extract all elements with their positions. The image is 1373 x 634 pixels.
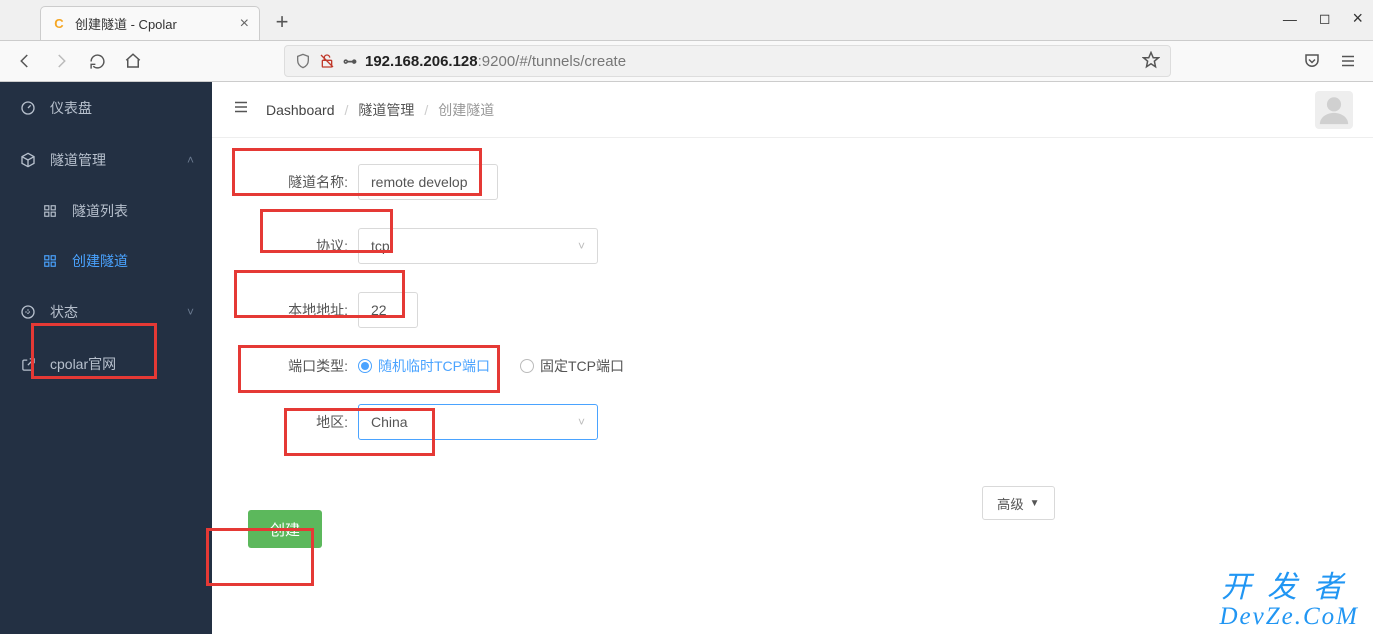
chevron-down-icon: ˅: [578, 415, 585, 429]
tunnel-name-input[interactable]: [358, 164, 498, 200]
sidebar-item-status[interactable]: 状态 ˅: [0, 286, 212, 338]
maximize-icon[interactable]: ◻: [1319, 10, 1331, 27]
breadcrumb-root[interactable]: Dashboard: [266, 102, 335, 118]
browser-chrome: C 创建隧道 - Cpolar × + — ◻ × ⊶ 192.168.206.…: [0, 0, 1373, 82]
row-region: 地区: China ˅: [248, 404, 1337, 440]
top-bar: Dashboard / 隧道管理 / 创建隧道: [212, 82, 1373, 138]
main-content: Dashboard / 隧道管理 / 创建隧道 隧道名称: 协议: tcp ˅: [212, 82, 1373, 634]
forward-button[interactable]: [46, 46, 76, 76]
radio-label: 固定TCP端口: [540, 356, 624, 376]
local-addr-input[interactable]: [358, 292, 418, 328]
sidebar-item-official-site[interactable]: cpolar官网: [0, 338, 212, 390]
breadcrumb-sep: /: [424, 102, 428, 118]
tab-title: 创建隧道 - Cpolar: [75, 14, 177, 33]
sidebar-item-label: 创建隧道: [72, 251, 128, 271]
create-button[interactable]: 创建: [248, 510, 322, 548]
sidebar-toggle-icon[interactable]: [232, 98, 250, 121]
sidebar-item-label: cpolar官网: [50, 354, 116, 374]
url-text: 192.168.206.128:9200/#/tunnels/create: [365, 53, 626, 70]
sidebar-item-label: 状态: [50, 302, 78, 322]
sidebar-item-label: 隧道列表: [72, 201, 128, 221]
radio-dot-icon: [358, 359, 372, 373]
sidebar: 仪表盘 隧道管理 ˄ 隧道列表 创建隧道 状态 ˅: [0, 82, 212, 634]
tab-favicon: C: [51, 16, 67, 32]
watermark: 开发者 DevZe.CoM: [1220, 572, 1360, 630]
menu-icon[interactable]: [1333, 46, 1363, 76]
key-icon: ⊶: [343, 53, 357, 70]
sidebar-item-label: 隧道管理: [50, 150, 106, 170]
protocol-value: tcp: [371, 238, 390, 254]
breadcrumb-sep: /: [345, 102, 349, 118]
local-addr-label: 本地地址:: [248, 300, 358, 320]
row-protocol: 协议: tcp ˅: [248, 228, 1337, 264]
port-type-radio-group: 随机临时TCP端口 固定TCP端口: [358, 356, 624, 376]
close-window-icon[interactable]: ×: [1352, 8, 1363, 29]
region-select[interactable]: China ˅: [358, 404, 598, 440]
app-container: 仪表盘 隧道管理 ˄ 隧道列表 创建隧道 状态 ˅: [0, 82, 1373, 634]
browser-tab[interactable]: C 创建隧道 - Cpolar ×: [40, 6, 260, 40]
sidebar-item-label: 仪表盘: [50, 98, 92, 118]
form-area: 隧道名称: 协议: tcp ˅ 本地地址: 端口类型: 随机临时T: [212, 138, 1373, 574]
minimize-icon[interactable]: —: [1283, 11, 1297, 27]
reload-button[interactable]: [82, 46, 112, 76]
back-button[interactable]: [10, 46, 40, 76]
advanced-button[interactable]: 高级 ▼: [982, 486, 1055, 520]
window-controls: — ◻ ×: [1283, 8, 1363, 29]
external-link-icon: [20, 356, 36, 372]
protocol-label: 协议:: [248, 236, 358, 256]
breadcrumb-leaf: 创建隧道: [438, 100, 494, 120]
close-icon[interactable]: ×: [240, 15, 249, 33]
watermark-line1: 开发者: [1220, 572, 1360, 604]
gauge-icon: [20, 100, 36, 116]
new-tab-button[interactable]: +: [266, 6, 298, 38]
row-tunnel-name: 隧道名称:: [248, 164, 1337, 200]
sidebar-item-tunnel-list[interactable]: 隧道列表: [0, 186, 212, 236]
home-button[interactable]: [118, 46, 148, 76]
sidebar-item-dashboard[interactable]: 仪表盘: [0, 82, 212, 134]
row-port-type: 端口类型: 随机临时TCP端口 固定TCP端口: [248, 356, 1337, 376]
avatar[interactable]: [1315, 91, 1353, 129]
status-icon: [20, 304, 36, 320]
radio-dot-icon: [520, 359, 534, 373]
shield-icon: [295, 53, 311, 69]
region-value: China: [371, 414, 408, 430]
watermark-line2: DevZe.CoM: [1220, 604, 1360, 630]
chevron-down-icon: ˅: [187, 305, 194, 319]
url-bar[interactable]: ⊶ 192.168.206.128:9200/#/tunnels/create: [284, 45, 1171, 77]
nav-bar: ⊶ 192.168.206.128:9200/#/tunnels/create: [0, 40, 1373, 82]
lock-strike-icon: [319, 53, 335, 69]
row-local-addr: 本地地址:: [248, 292, 1337, 328]
grid-icon: [42, 203, 58, 219]
caret-down-icon: ▼: [1030, 498, 1040, 509]
grid-icon: [42, 253, 58, 269]
row-submit: 创建: [248, 510, 1337, 548]
chevron-up-icon: ˄: [187, 153, 194, 167]
advanced-label: 高级: [997, 494, 1024, 513]
pocket-icon[interactable]: [1297, 46, 1327, 76]
cube-icon: [20, 152, 36, 168]
protocol-select[interactable]: tcp ˅: [358, 228, 598, 264]
url-path: :9200/#/tunnels/create: [478, 53, 626, 70]
url-host: 192.168.206.128: [365, 53, 478, 70]
port-type-label: 端口类型:: [248, 356, 358, 376]
bookmark-icon[interactable]: [1142, 51, 1160, 72]
radio-random-port[interactable]: 随机临时TCP端口: [358, 356, 490, 376]
breadcrumb-mid[interactable]: 隧道管理: [358, 100, 414, 120]
region-label: 地区:: [248, 412, 358, 432]
tunnel-name-label: 隧道名称:: [248, 172, 358, 192]
chevron-down-icon: ˅: [578, 239, 585, 253]
sidebar-item-create-tunnel[interactable]: 创建隧道: [0, 236, 212, 286]
radio-label: 随机临时TCP端口: [378, 356, 490, 376]
tab-bar: C 创建隧道 - Cpolar × +: [0, 0, 1373, 40]
breadcrumb: Dashboard / 隧道管理 / 创建隧道: [266, 100, 494, 120]
sidebar-item-tunnel-mgmt[interactable]: 隧道管理 ˄: [0, 134, 212, 186]
radio-fixed-port[interactable]: 固定TCP端口: [520, 356, 624, 376]
